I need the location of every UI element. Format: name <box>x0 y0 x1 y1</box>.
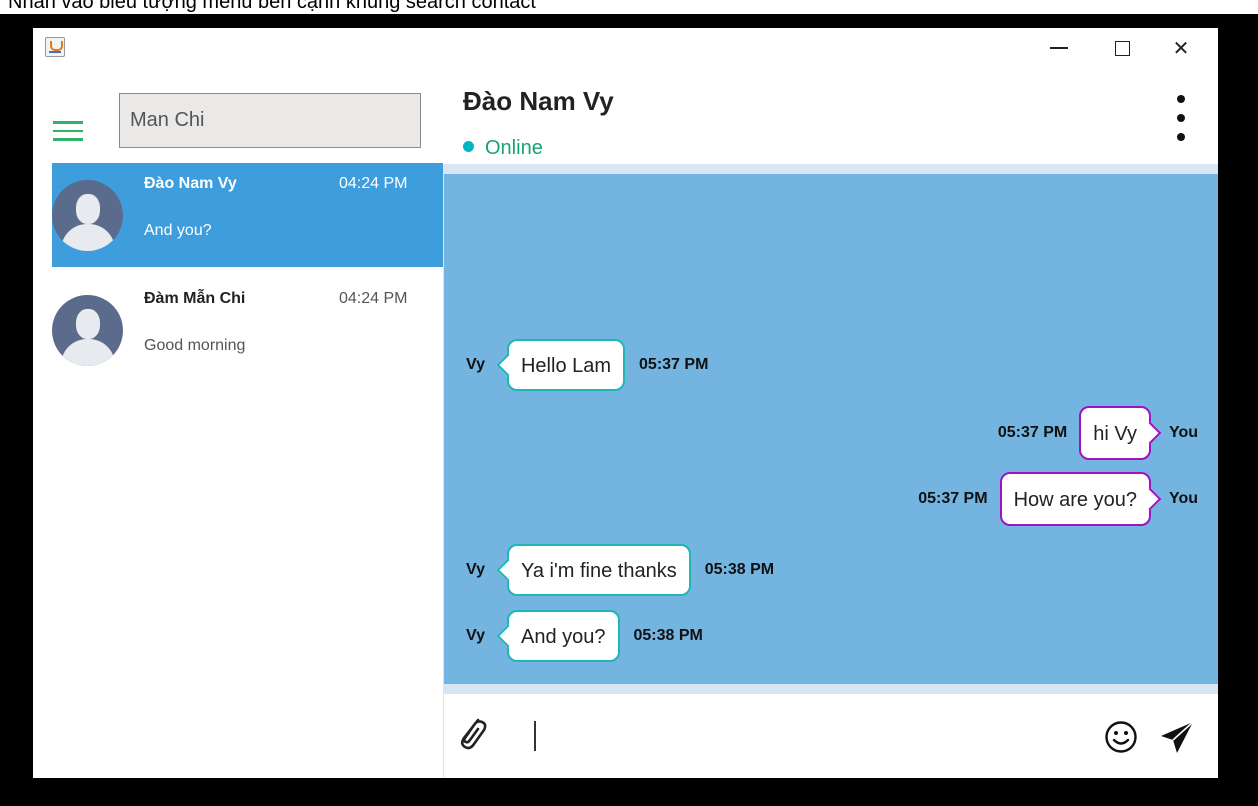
minimize-icon <box>1050 47 1068 49</box>
message-time: 05:37 PM <box>918 490 988 507</box>
message-bubble: How are you? <box>999 472 1162 526</box>
maximize-icon <box>1114 40 1130 56</box>
message-text: And you? <box>520 626 606 648</box>
app-icon <box>45 37 65 57</box>
message-area: Vy Hello Lam 05:37 PM 05:37 PM hi Vy You… <box>444 164 1218 694</box>
menu-button[interactable] <box>45 109 91 153</box>
search-contact-input[interactable] <box>119 93 421 148</box>
avatar-icon <box>52 180 123 251</box>
message-bubble: And you? <box>496 610 620 662</box>
contact-time: 04:24 PM <box>339 175 408 192</box>
contact-time: 04:24 PM <box>339 290 408 307</box>
contact-name: Đào Nam Vy <box>144 175 237 192</box>
message-sender: You <box>1168 490 1198 507</box>
avatar-icon <box>52 295 123 366</box>
message-sender: Vy <box>466 561 485 578</box>
chat-header: Đào Nam Vy Online <box>443 74 1218 164</box>
text-caret <box>534 721 536 751</box>
message-sender: Vy <box>466 627 485 644</box>
contact-item[interactable]: Đàm Mẫn Chi 04:24 PM Good morning <box>52 278 443 382</box>
message-outgoing: 05:37 PM How are you? You <box>918 472 1198 526</box>
composer <box>444 694 1218 778</box>
message-text: How are you? <box>1013 489 1137 511</box>
chat-window: ✕ Đào Nam Vy 04:24 PM And you? Đàm Mẫn C… <box>33 28 1218 778</box>
chat-title: Đào Nam Vy <box>463 86 614 116</box>
message-time: 05:38 PM <box>633 627 703 644</box>
message-time: 05:38 PM <box>704 561 775 578</box>
message-incoming: Vy Ya i'm fine thanks 05:38 PM <box>466 544 774 596</box>
menu-icon <box>53 121 83 124</box>
message-bubble: hi Vy <box>1079 406 1162 460</box>
contact-name: Đàm Mẫn Chi <box>144 290 246 307</box>
message-sender: Vy <box>466 356 485 373</box>
emoji-icon[interactable] <box>1104 720 1138 754</box>
message-outgoing: 05:37 PM hi Vy You <box>998 406 1198 460</box>
caption-bar: Nhấn vào biểu tượng menu bên cạnh khung … <box>0 0 1258 14</box>
online-status-text: Online <box>485 137 543 159</box>
kebab-menu-icon[interactable] <box>1171 95 1191 141</box>
maximize-button[interactable] <box>1099 28 1145 68</box>
message-text: Hello Lam <box>520 355 612 377</box>
message-input[interactable] <box>544 714 1088 758</box>
message-time: 05:37 PM <box>997 424 1068 441</box>
caption-text: Nhấn vào biểu tượng menu bên cạnh khung … <box>8 0 536 13</box>
message-time: 05:37 PM <box>639 356 709 373</box>
contact-last-message: And you? <box>144 222 212 239</box>
message-sender: You <box>1168 424 1198 441</box>
title-bar: ✕ <box>33 28 1218 74</box>
message-bubble: Hello Lam <box>496 339 626 391</box>
message-text: hi Vy <box>1093 423 1137 445</box>
minimize-button[interactable] <box>1036 28 1082 68</box>
paperclip-icon[interactable] <box>454 712 488 752</box>
contact-last-message: Good morning <box>144 337 246 354</box>
message-incoming: Vy And you? 05:38 PM <box>466 610 703 662</box>
close-icon: ✕ <box>1172 37 1190 60</box>
message-text: Ya i'm fine thanks <box>520 560 677 582</box>
message-incoming: Vy Hello Lam 05:37 PM <box>466 339 708 391</box>
sidebar: Đào Nam Vy 04:24 PM And you? Đàm Mẫn Chi… <box>33 74 444 778</box>
online-status-dot <box>463 141 474 152</box>
message-bubble: Ya i'm fine thanks <box>496 544 691 596</box>
close-button[interactable]: ✕ <box>1158 28 1204 68</box>
send-icon[interactable] <box>1158 719 1196 757</box>
contact-item[interactable]: Đào Nam Vy 04:24 PM And you? <box>52 163 443 267</box>
